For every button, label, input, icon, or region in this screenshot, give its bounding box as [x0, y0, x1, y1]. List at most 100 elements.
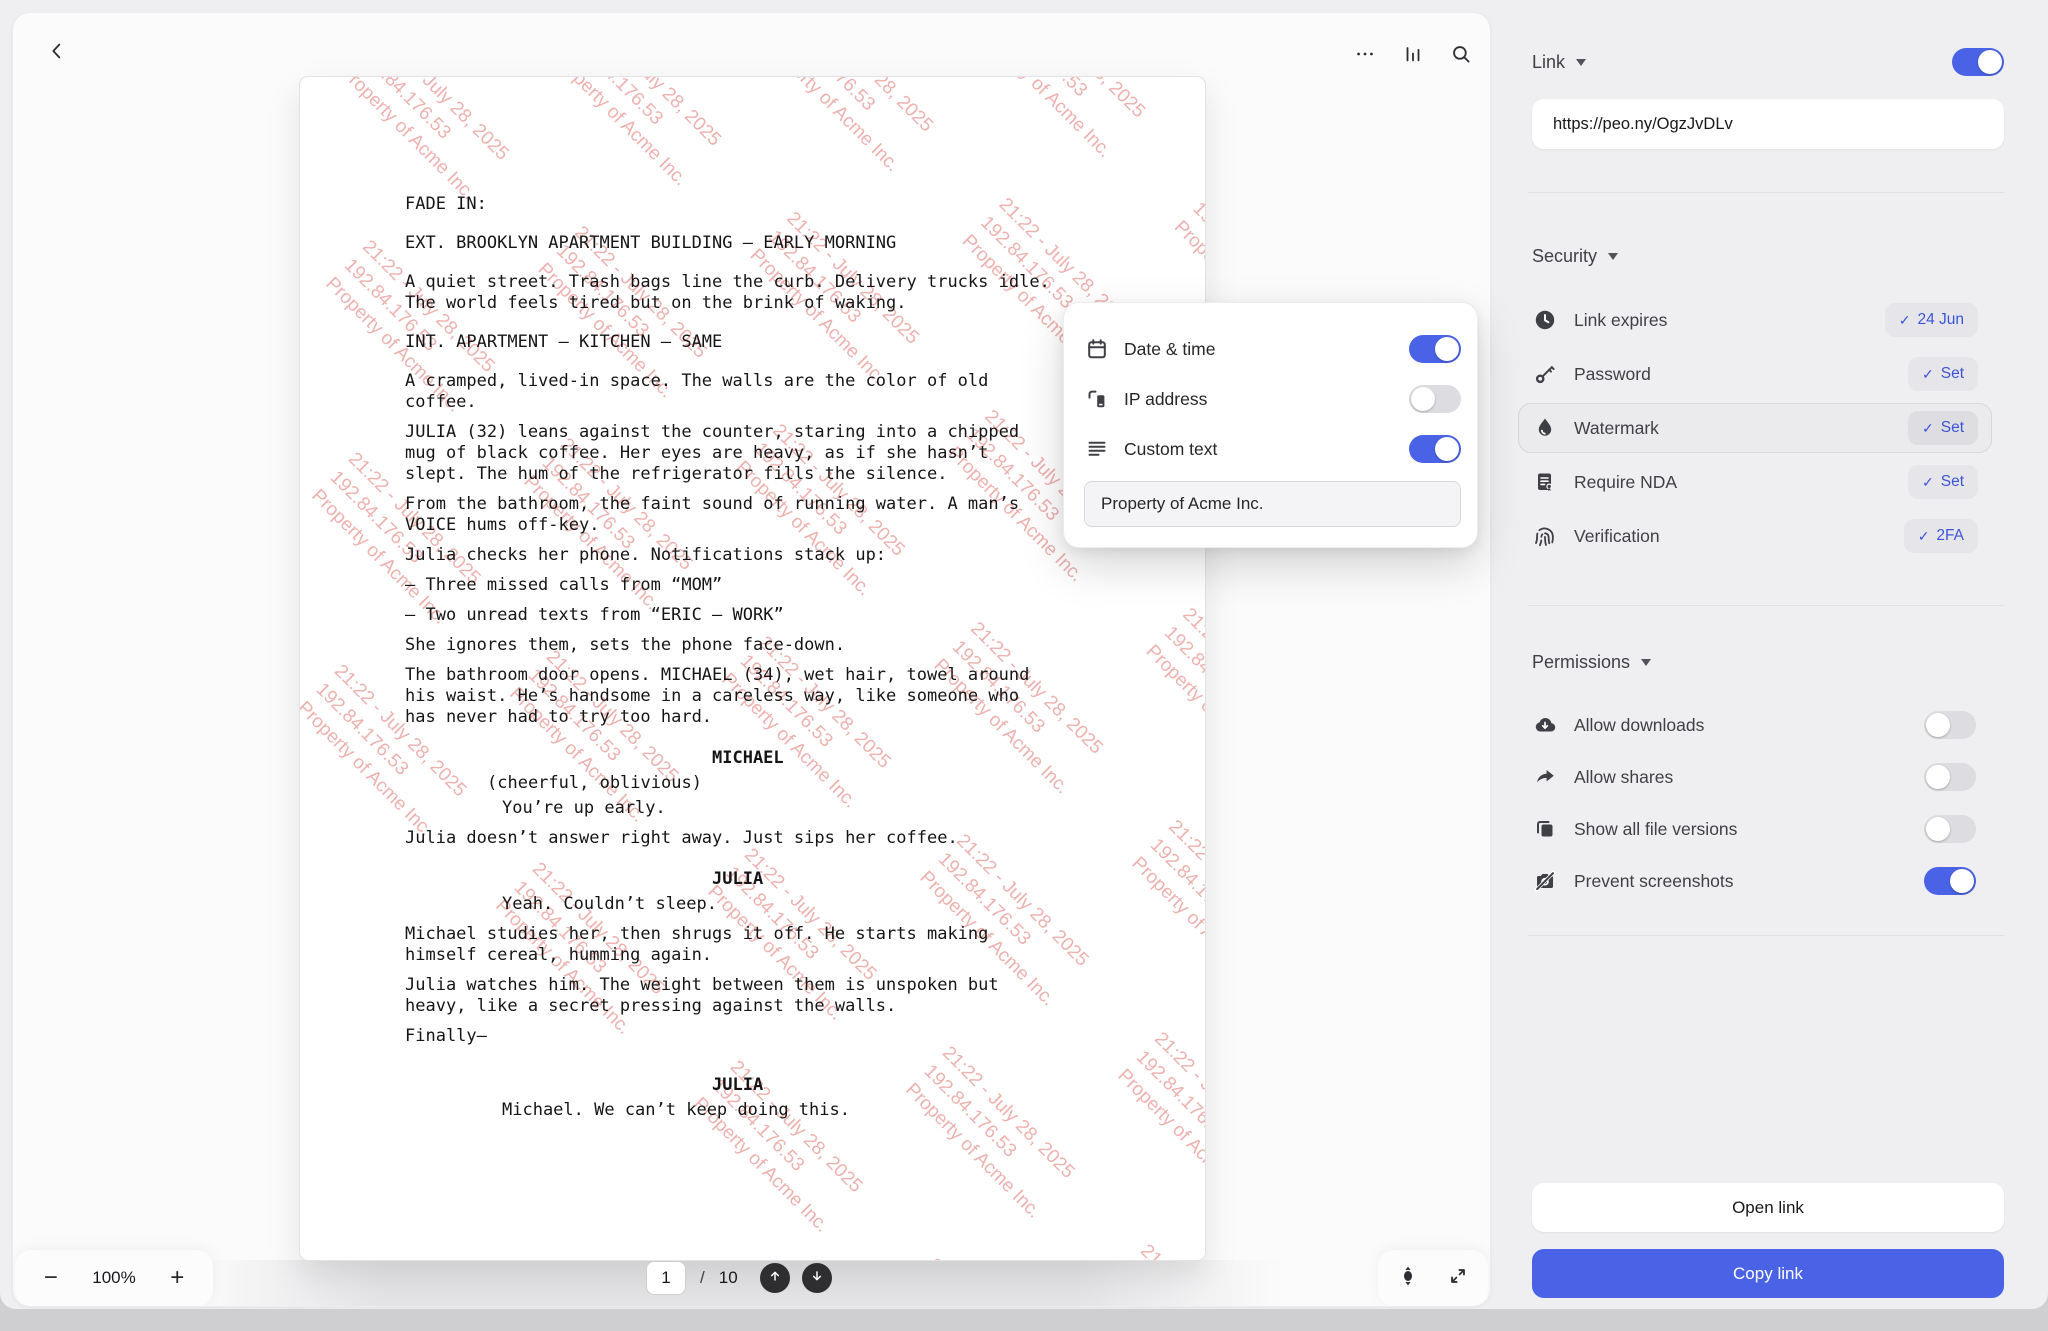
page-separator: /: [700, 1268, 705, 1288]
security-row-require-nda[interactable]: Require NDA ✓Set: [1532, 455, 2004, 509]
zoom-in-button[interactable]: +: [159, 1260, 195, 1296]
script-line: A cramped, lived-in space. The walls are…: [405, 371, 1050, 413]
option-label: Date & time: [1124, 339, 1409, 360]
page-navigation: 1 / 10: [646, 1261, 832, 1295]
password-badge[interactable]: ✓Set: [1908, 357, 1978, 391]
script-line: From the bathroom, the faint sound of ru…: [405, 494, 1050, 536]
option-label: IP address: [1124, 389, 1409, 410]
link-header-label: Link: [1532, 52, 1565, 73]
bar-chart-icon: [1402, 43, 1424, 70]
script-line: The bathroom door opens. MICHAEL (34), w…: [405, 665, 1050, 728]
previous-page-button[interactable]: [760, 1263, 790, 1293]
security-row-label: Verification: [1574, 526, 1904, 547]
search-button[interactable]: [1441, 36, 1481, 76]
custom-text-input[interactable]: Property of Acme Inc.: [1084, 481, 1461, 527]
security-row-verification[interactable]: Verification ✓2FA: [1532, 509, 2004, 563]
ellipsis-icon: [1354, 43, 1376, 70]
next-page-button[interactable]: [802, 1263, 832, 1293]
text-lines-icon: [1084, 437, 1110, 461]
droplet-icon: [1532, 416, 1558, 440]
script-line: EXT. BROOKLYN APARTMENT BUILDING — EARLY…: [405, 233, 1050, 254]
allow-downloads-toggle[interactable]: [1924, 711, 1976, 739]
check-icon: ✓: [1899, 312, 1911, 329]
key-icon: [1532, 362, 1558, 386]
clock-icon: [1532, 308, 1558, 332]
script-dialogue: Yeah. Couldn’t sleep.: [405, 894, 1205, 915]
require-nda-badge[interactable]: ✓Set: [1908, 465, 1978, 499]
script-line: — Two unread texts from “ERIC — WORK”: [405, 605, 1050, 626]
script-line: JULIA (32) leans against the counter, st…: [405, 422, 1050, 485]
back-button[interactable]: [37, 33, 77, 73]
more-menu-button[interactable]: [1345, 36, 1385, 76]
watermark-badge[interactable]: ✓Set: [1908, 411, 1978, 445]
view-mode-controls: [1378, 1250, 1488, 1306]
script-dialogue: You’re up early.: [405, 798, 1205, 819]
script-line: FADE IN:: [405, 194, 1050, 215]
security-row-link-expires[interactable]: Link expires ✓24 Jun: [1532, 293, 2004, 347]
page-number-input[interactable]: 1: [646, 1261, 686, 1295]
page-total: 10: [719, 1268, 738, 1288]
check-icon: ✓: [1918, 528, 1930, 545]
document-viewer: 21:22 - July 28, 2025192.84.176.53Proper…: [12, 12, 1491, 1307]
search-icon: [1450, 43, 1472, 70]
link-settings-sidebar: Link https://peo.ny/OgzJvDLv Security Li…: [1490, 0, 2048, 1309]
zoom-out-button[interactable]: −: [33, 1260, 69, 1296]
open-link-button[interactable]: Open link: [1532, 1183, 2004, 1232]
security-row-label: Watermark: [1574, 418, 1908, 439]
script-line: INT. APARTMENT — KITCHEN — SAME: [405, 332, 1050, 353]
security-row-watermark[interactable]: Watermark ✓Set: [1532, 401, 2004, 455]
script-character-cue: JULIA: [405, 1075, 1205, 1096]
permission-row-allow-shares: Allow shares: [1532, 751, 2004, 803]
security-row-password[interactable]: Password ✓Set: [1532, 347, 2004, 401]
script-dialogue: Michael. We can’t keep doing this.: [405, 1100, 1205, 1121]
watermark-tile: 21:22 - July 28, 2025192.84.176.53Proper…: [885, 1253, 1090, 1261]
file-versions-icon: [1532, 817, 1558, 841]
scroll-mode-button[interactable]: [1388, 1258, 1428, 1298]
security-row-label: Require NDA: [1574, 472, 1908, 493]
permissions-section-header[interactable]: Permissions: [1532, 652, 2004, 673]
prevent-screenshots-toggle[interactable]: [1924, 867, 1976, 895]
link-expires-badge[interactable]: ✓24 Jun: [1885, 303, 1978, 337]
no-screenshot-icon: [1532, 869, 1558, 893]
allow-shares-toggle[interactable]: [1924, 763, 1976, 791]
script-parenthetical: (cheerful, oblivious): [405, 773, 1205, 794]
fullscreen-button[interactable]: [1438, 1258, 1478, 1298]
link-enabled-toggle[interactable]: [1952, 48, 2004, 76]
security-header-label: Security: [1532, 246, 1597, 267]
script-line: Finally—: [405, 1026, 1050, 1047]
zoom-controls: − 100% +: [15, 1250, 213, 1306]
file-versions-toggle[interactable]: [1924, 815, 1976, 843]
security-section-header[interactable]: Security: [1532, 246, 2004, 267]
link-section-header[interactable]: Link: [1532, 48, 2004, 76]
check-icon: ✓: [1922, 420, 1934, 437]
ip-address-toggle[interactable]: [1409, 385, 1461, 413]
custom-text-toggle[interactable]: [1409, 435, 1461, 463]
verification-badge[interactable]: ✓2FA: [1904, 519, 1978, 553]
date-time-toggle[interactable]: [1409, 335, 1461, 363]
share-url-input[interactable]: https://peo.ny/OgzJvDLv: [1532, 99, 2004, 149]
copy-link-button[interactable]: Copy link: [1532, 1249, 2004, 1298]
document-page: 21:22 - July 28, 2025192.84.176.53Proper…: [299, 76, 1206, 1261]
script-character-cue: MICHAEL: [405, 748, 1205, 769]
security-list: Link expires ✓24 Jun Password ✓Set Water…: [1532, 293, 2004, 563]
divider: [1528, 192, 2004, 193]
option-label: Custom text: [1124, 439, 1409, 460]
script-line: A quiet street. Trash bags line the curb…: [405, 272, 1050, 314]
check-icon: ✓: [1922, 366, 1934, 383]
watermark-option-ip-address: IP address: [1084, 374, 1461, 424]
device-icon: [1084, 387, 1110, 411]
permission-row-label: Allow shares: [1574, 767, 1924, 788]
permission-row-label: Prevent screenshots: [1574, 871, 1924, 892]
expand-icon: [1447, 1265, 1469, 1292]
permission-row-file-versions: Show all file versions: [1532, 803, 2004, 855]
analytics-button[interactable]: [1393, 36, 1433, 76]
watermark-settings-popover: Date & time IP address Custom text Prope…: [1063, 302, 1478, 548]
fingerprint-icon: [1532, 524, 1558, 548]
script-line: Michael studies her, then shrugs it off.…: [405, 924, 1050, 966]
permissions-header-label: Permissions: [1532, 652, 1630, 673]
watermark-option-date-time: Date & time: [1084, 324, 1461, 374]
nda-document-icon: [1532, 470, 1558, 494]
script-line: Julia checks her phone. Notifications st…: [405, 545, 1050, 566]
permission-row-prevent-screenshots: Prevent screenshots: [1532, 855, 2004, 907]
permission-row-label: Show all file versions: [1574, 819, 1924, 840]
